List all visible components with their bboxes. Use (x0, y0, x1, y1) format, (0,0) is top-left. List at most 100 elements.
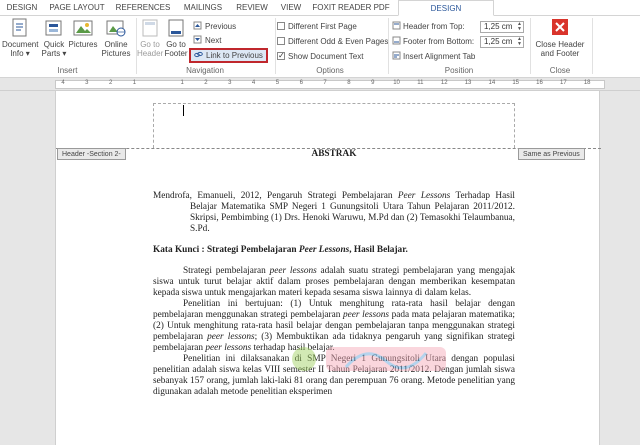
quick-parts-button[interactable]: Quick Parts ▾ (40, 18, 68, 58)
ruler-number: 10 (393, 80, 400, 86)
previous-icon (193, 21, 202, 30)
previous-button[interactable]: Previous (193, 21, 236, 33)
keywords-rest: , Hasil Belajar. (349, 245, 408, 255)
same-as-previous-tag: Same as Previous (518, 148, 585, 160)
document-info-label-1: Document (2, 40, 39, 49)
online-pictures-button[interactable]: Online Pictures (99, 18, 133, 58)
tab-header-footer-design[interactable]: DESIGN (398, 0, 494, 16)
header-position-icon (392, 21, 403, 31)
ruler-number: 2 (204, 80, 208, 86)
ruler-number: 12 (440, 80, 448, 86)
document-info-label-2: Info (10, 49, 24, 58)
header-from-top-row: Header from Top: (392, 21, 465, 33)
alignment-tab-icon (392, 51, 403, 61)
close-header-footer-button[interactable]: Close Header and Footer (531, 18, 589, 58)
insert-alignment-tab-label: Insert Alignment Tab (403, 52, 476, 61)
next-icon (193, 35, 202, 44)
ruler-number: 4 (251, 80, 256, 86)
horizontal-ruler[interactable]: 4 3 2 1 1 2 3 4 5 6 7 8 9 10 11 12 13 14 15 16 17 18 (0, 78, 640, 91)
keywords-label: Kata Kunci : Strategi Pembelajaran (153, 245, 299, 255)
watermark-logo (286, 339, 456, 379)
different-odd-even-label: Different Odd & Even Pages (288, 37, 389, 46)
header-from-top-input[interactable]: 1,25 cm ▲ ▼ (480, 21, 524, 33)
different-first-page-label: Different First Page (288, 22, 357, 31)
ruler-number: 16 (536, 80, 543, 86)
header-from-top-value: 1,25 cm (484, 22, 513, 31)
group-separator (592, 18, 593, 74)
ruler-number: 1 (180, 80, 184, 86)
citation-text: Mendrofa, Emanueli, 2012, Pengaruh Strat… (153, 191, 398, 201)
group-label-options: Options (316, 66, 344, 75)
abstract-title: ABSTRAK (311, 149, 357, 159)
pictures-icon (72, 18, 94, 38)
next-button[interactable]: Next (193, 35, 221, 47)
go-to-header-label-1: Go to (140, 40, 160, 49)
spinner-arrows-icon[interactable]: ▲ ▼ (517, 37, 522, 47)
checkbox-icon (277, 22, 285, 30)
go-to-footer-button[interactable]: Go to Footer (163, 18, 189, 58)
go-to-header-label-2: Header (137, 49, 164, 58)
ruler-number: 3 (85, 80, 89, 86)
dropdown-arrow-icon: ▾ (23, 49, 30, 58)
insert-alignment-tab-button[interactable]: Insert Alignment Tab (392, 51, 475, 63)
tab-review[interactable]: REVIEW (232, 0, 272, 16)
header-section-tag: Header -Section 2- (57, 148, 126, 160)
quick-parts-label-1: Quick (43, 40, 65, 49)
ruler-track: 4 3 2 1 1 2 3 4 5 6 7 8 9 10 11 12 13 14 15 16 17 18 (55, 80, 605, 89)
pictures-button[interactable]: Pictures (68, 18, 98, 49)
document-info-icon (9, 18, 31, 38)
header-editing-area[interactable] (153, 103, 515, 148)
close-header-label-1: Close Header (535, 40, 585, 49)
ribbon-tabs: DESIGN PAGE LAYOUT REFERENCES MAILINGS R… (0, 0, 640, 16)
different-first-page-checkbox[interactable]: Different First Page (277, 21, 357, 33)
group-label-navigation: Navigation (186, 66, 224, 75)
close-icon (549, 18, 571, 38)
header-from-top-label: Header from Top: (403, 22, 465, 31)
tab-page-layout[interactable]: PAGE LAYOUT (46, 0, 108, 16)
spinner-arrows-icon[interactable]: ▲ ▼ (517, 22, 522, 32)
text-cursor (183, 105, 184, 116)
page-margin-shade (0, 91, 55, 445)
para2-italic-3: peer lessons (205, 343, 252, 353)
ruler-number: 15 (512, 80, 520, 86)
ruler-number: 6 (299, 80, 303, 86)
tab-references[interactable]: REFERENCES (112, 0, 174, 16)
tab-design[interactable]: DESIGN (2, 0, 42, 16)
ruler-number: 7 (323, 80, 327, 86)
show-document-text-checkbox[interactable]: Show Document Text (277, 50, 363, 63)
close-header-label-2: and Footer (540, 49, 580, 58)
tab-mailings[interactable]: MAILINGS (178, 0, 228, 16)
go-to-footer-icon (165, 18, 187, 38)
group-label-close: Close (549, 66, 571, 75)
go-to-header-button[interactable]: Go to Header (137, 18, 163, 58)
footer-from-bottom-row: Footer from Bottom: (392, 36, 474, 48)
ruler-number: 17 (560, 80, 567, 86)
citation-paragraph: Mendrofa, Emanueli, 2012, Pengaruh Strat… (153, 191, 515, 235)
different-odd-even-checkbox[interactable]: Different Odd & Even Pages (277, 36, 388, 48)
para2-italic-2: peer lessons (207, 332, 255, 342)
footer-position-icon (392, 36, 403, 46)
ruler-number: 14 (488, 80, 496, 86)
ruler-number: 9 (371, 80, 375, 86)
document-info-button[interactable]: Document Info ▾ (2, 18, 38, 58)
abstract-paragraph-1: Strategi pembelajaran peer lessons adala… (153, 266, 515, 299)
link-to-previous-button[interactable]: Link to Previous (189, 48, 268, 63)
keywords-italic: Peer Lessons (298, 245, 350, 255)
go-to-footer-label-2: Footer (164, 49, 188, 58)
checkbox-icon (277, 37, 285, 45)
pictures-label: Pictures (68, 40, 98, 49)
para1-text: Strategi pembelajaran (183, 266, 270, 276)
tab-foxit-reader-pdf[interactable]: FOXIT READER PDF (310, 0, 392, 16)
quick-parts-icon (43, 18, 65, 38)
ruler-number: 1 (132, 80, 137, 86)
go-to-footer-label-1: Go to (166, 40, 186, 49)
footer-from-bottom-label: Footer from Bottom: (403, 37, 475, 46)
link-icon (194, 50, 203, 59)
checkmark-icon (277, 50, 285, 62)
dropdown-arrow-icon: ▾ (60, 49, 67, 58)
citation-italic: Peer Lessons (397, 191, 451, 201)
ribbon: Document Info ▾ Quick Parts ▾ Pictures O… (0, 16, 640, 78)
document-page[interactable]: Header -Section 2- Same as Previous ABST… (55, 91, 601, 445)
footer-from-bottom-input[interactable]: 1,25 cm ▲ ▼ (480, 36, 524, 48)
tab-view[interactable]: VIEW (276, 0, 306, 16)
